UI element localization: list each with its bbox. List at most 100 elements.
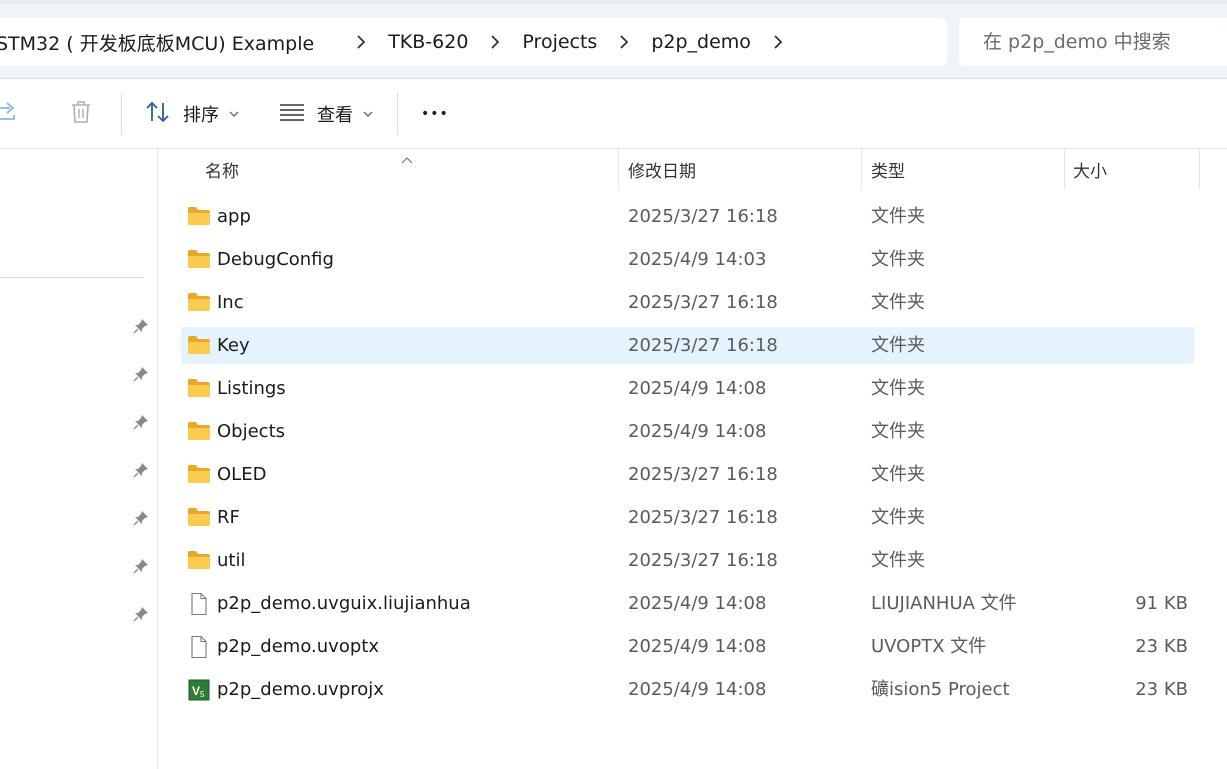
folder-icon (187, 549, 211, 571)
pin-icon[interactable] (132, 413, 150, 431)
file-name[interactable]: p2p_demo.uvguix.liujianhua (217, 585, 471, 622)
file-name[interactable]: util (217, 542, 245, 579)
file-modified-date: 2025/4/9 14:03 (628, 249, 767, 270)
svg-text:5: 5 (200, 690, 205, 699)
file-size: 23 KB (1135, 679, 1188, 700)
chevron-right-icon[interactable] (356, 34, 366, 50)
uvision-icon: V5 (187, 678, 211, 701)
file-row[interactable]: Key 2025/3/27 16:18 文件夹 (181, 327, 1194, 364)
breadcrumb-item-root[interactable]: STM32 ( 开发板底板MCU) Example (0, 29, 314, 56)
pin-icon[interactable] (132, 557, 150, 575)
file-type: 文件夹 (871, 421, 925, 442)
more-icon: ••• (421, 105, 449, 122)
file-icon (187, 592, 211, 616)
file-row[interactable]: app 2025/3/27 16:18 文件夹 (181, 198, 1194, 235)
file-name[interactable]: Inc (217, 284, 244, 321)
file-row[interactable]: Inc 2025/3/27 16:18 文件夹 (181, 284, 1194, 321)
breadcrumb-item-p2p-demo[interactable]: p2p_demo (651, 31, 751, 53)
file-size: 91 KB (1135, 593, 1188, 614)
file-row[interactable]: V 5 p2p_demo.uvprojx 2025/4/9 14:08 礦ision5 … (181, 671, 1194, 708)
view-button[interactable]: 查看 (279, 79, 373, 148)
delete-button[interactable] (68, 79, 94, 148)
file-name[interactable]: Listings (217, 370, 286, 407)
search-input[interactable] (981, 30, 1225, 54)
pin-icon[interactable] (132, 461, 150, 479)
file-row[interactable]: p2p_demo.uvguix.liujianhua 2025/4/9 14:08… (181, 585, 1194, 622)
folder-icon (187, 420, 211, 442)
navigation-pane[interactable] (0, 149, 158, 769)
column-header-type[interactable]: 类型 (871, 149, 905, 189)
column-header-name[interactable]: 名称 (205, 149, 239, 189)
file-modified-date: 2025/3/27 16:18 (628, 464, 778, 485)
file-row[interactable]: Objects 2025/4/9 14:08 文件夹 (181, 413, 1194, 450)
file-size: 23 KB (1135, 636, 1188, 657)
file-type: 文件夹 (871, 206, 925, 227)
nav-divider (0, 277, 143, 278)
pin-icon[interactable] (132, 365, 150, 383)
file-row[interactable]: p2p_demo.uvoptx 2025/4/9 14:08 UVOPTX 文件 23… (181, 628, 1194, 665)
more-options-button[interactable]: ••• (421, 79, 449, 148)
pin-icon[interactable] (132, 317, 150, 335)
file-type: LIUJIANHUA 文件 (871, 593, 1017, 614)
file-type: 礦ision5 Project (871, 679, 1010, 700)
file-type: 文件夹 (871, 249, 925, 270)
column-header-size[interactable]: 大小 (1073, 149, 1107, 189)
file-row[interactable]: RF 2025/3/27 16:18 文件夹 (181, 499, 1194, 536)
chevron-down-icon (363, 110, 373, 118)
trash-icon (68, 99, 94, 129)
file-modified-date: 2025/4/9 14:08 (628, 636, 767, 657)
column-divider[interactable] (1199, 149, 1200, 189)
file-type: UVOPTX 文件 (871, 636, 987, 657)
folder-icon (187, 291, 211, 313)
chevron-down-icon (229, 110, 239, 118)
file-row[interactable]: Listings 2025/4/9 14:08 文件夹 (181, 370, 1194, 407)
file-name[interactable]: RF (217, 499, 240, 536)
file-modified-date: 2025/3/27 16:18 (628, 335, 778, 356)
file-type: 文件夹 (871, 335, 925, 356)
file-type: 文件夹 (871, 507, 925, 528)
file-list[interactable]: 名称 修改日期 类型 大小 app 2025/3/27 16:18 文件夹 Debug… (158, 149, 1227, 769)
folder-icon (187, 248, 211, 270)
list-view-icon (279, 102, 305, 126)
chevron-right-icon[interactable] (619, 34, 629, 50)
column-header-modified[interactable]: 修改日期 (628, 149, 696, 189)
view-label: 查看 (317, 104, 353, 126)
folder-icon (187, 377, 211, 399)
file-name[interactable]: Key (217, 327, 250, 364)
breadcrumb-item-projects[interactable]: Projects (522, 31, 597, 53)
file-modified-date: 2025/4/9 14:08 (628, 421, 767, 442)
share-button[interactable] (0, 79, 22, 148)
chevron-right-icon[interactable] (773, 34, 783, 50)
file-row[interactable]: DebugConfig 2025/4/9 14:03 文件夹 (181, 241, 1194, 278)
search-box[interactable] (959, 18, 1227, 66)
file-name[interactable]: DebugConfig (217, 241, 334, 278)
toolbar-divider (121, 93, 122, 135)
file-modified-date: 2025/3/27 16:18 (628, 292, 778, 313)
folder-icon (187, 334, 211, 356)
file-row[interactable]: OLED 2025/3/27 16:18 文件夹 (181, 456, 1194, 493)
breadcrumb-item-tkb620[interactable]: TKB-620 (388, 31, 468, 53)
file-modified-date: 2025/3/27 16:18 (628, 206, 778, 227)
file-type: 文件夹 (871, 464, 925, 485)
file-name[interactable]: p2p_demo.uvprojx (217, 671, 384, 708)
sort-label: 排序 (183, 104, 219, 126)
file-modified-date: 2025/3/27 16:18 (628, 550, 778, 571)
column-divider[interactable] (861, 149, 862, 189)
pin-icon[interactable] (132, 605, 150, 623)
sort-button[interactable]: 排序 (145, 79, 239, 148)
file-name[interactable]: app (217, 198, 251, 235)
file-modified-date: 2025/3/27 16:18 (628, 507, 778, 528)
column-divider[interactable] (618, 149, 619, 189)
breadcrumb[interactable]: STM32 ( 开发板底板MCU) Example TKB-620 Projec… (0, 18, 947, 66)
file-modified-date: 2025/4/9 14:08 (628, 378, 767, 399)
svg-text:V: V (192, 684, 200, 698)
file-row[interactable]: util 2025/3/27 16:18 文件夹 (181, 542, 1194, 579)
chevron-right-icon[interactable] (490, 34, 500, 50)
file-name[interactable]: OLED (217, 456, 266, 493)
folder-icon (187, 506, 211, 528)
pin-icon[interactable] (132, 509, 150, 527)
file-name[interactable]: Objects (217, 413, 285, 450)
file-name[interactable]: p2p_demo.uvoptx (217, 628, 379, 665)
folder-icon (187, 205, 211, 227)
column-divider[interactable] (1064, 149, 1065, 189)
